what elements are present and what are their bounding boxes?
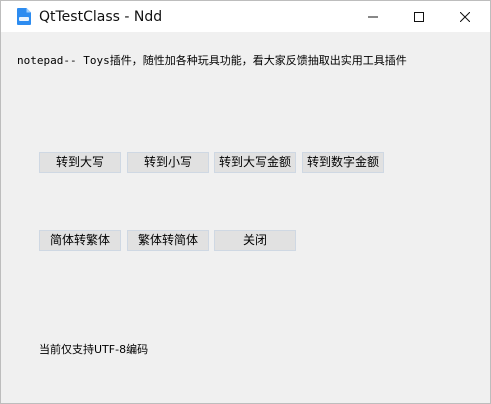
close-button[interactable]: 关闭 [214,230,296,251]
encoding-status-label: 当前仅支持UTF-8编码 [39,343,149,356]
to-digit-amount-button[interactable]: 转到数字金额 [302,152,384,173]
simplified-to-traditional-button[interactable]: 简体转繁体 [39,230,121,251]
title-bar[interactable]: QtTestClass - Ndd [1,1,490,32]
maximize-icon [414,11,424,22]
dialog-content: notepad-- Toys插件，随性加各种玩具功能，看大家反馈抽取出实用工具插… [1,32,490,403]
main-window: QtTestClass - Ndd notepad-- Toys插件，随性加各种… [0,0,491,404]
window-title: QtTestClass - Ndd [39,9,163,25]
to-upper-button[interactable]: 转到大写 [39,152,121,173]
to-upper-amount-button[interactable]: 转到大写金额 [214,152,296,173]
maximize-button[interactable] [396,1,442,32]
to-lower-button[interactable]: 转到小写 [127,152,209,173]
minimize-button[interactable] [350,1,396,32]
traditional-to-simplified-button[interactable]: 繁体转简体 [127,230,209,251]
minimize-icon [368,16,378,17]
close-icon [460,11,470,22]
close-window-button[interactable] [442,1,488,32]
description-label: notepad-- Toys插件，随性加各种玩具功能，看大家反馈抽取出实用工具插… [17,54,407,67]
document-app-icon [17,8,31,25]
